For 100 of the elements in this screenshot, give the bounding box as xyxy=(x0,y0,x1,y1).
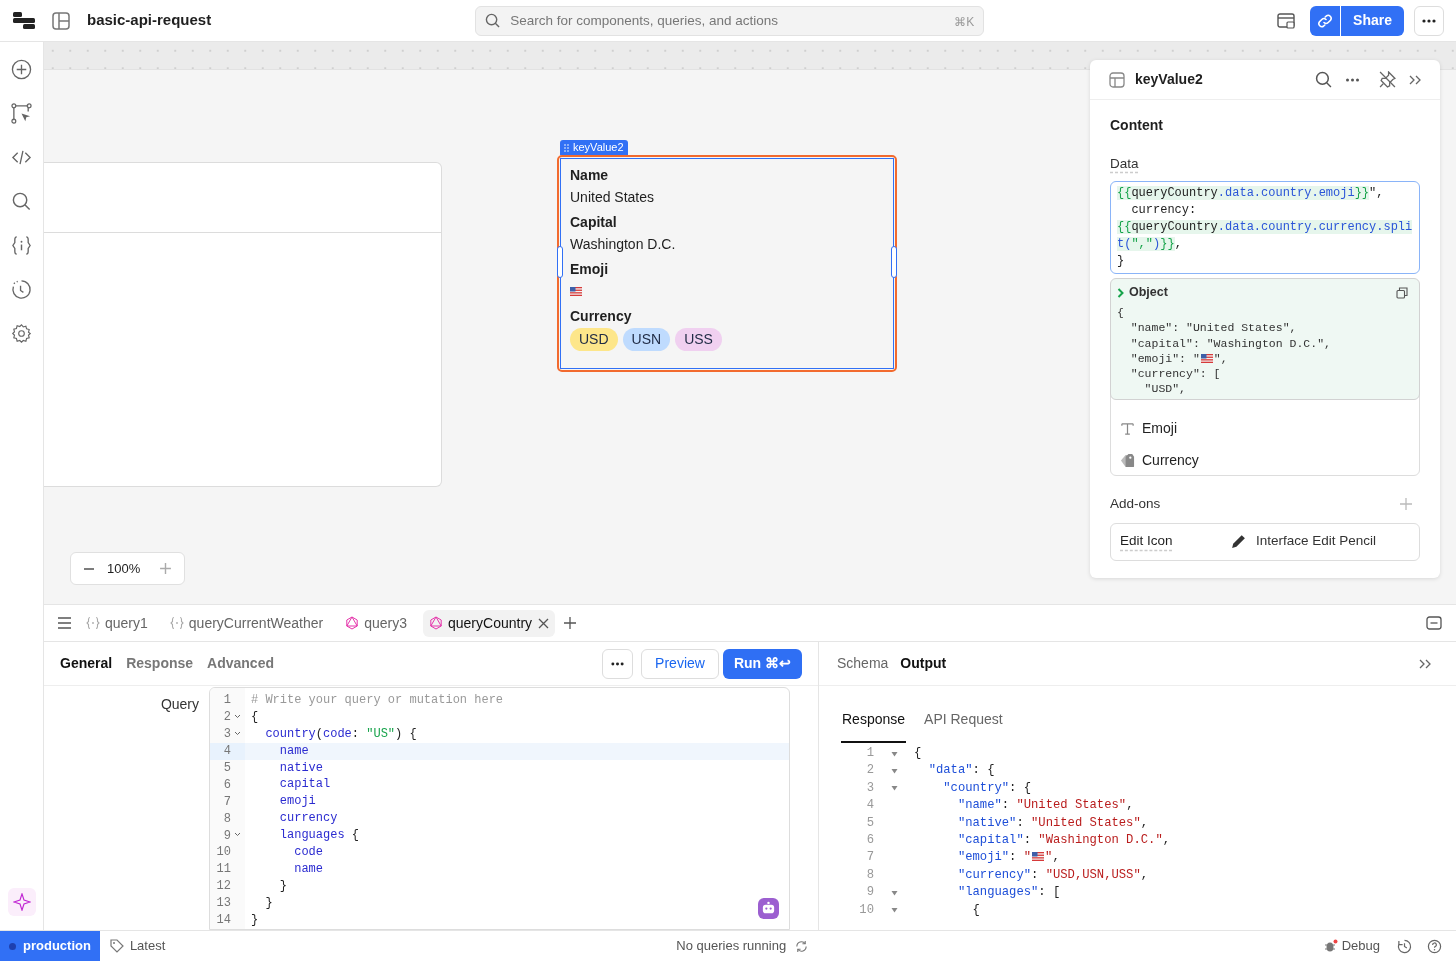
run-button[interactable]: Run ⌘↩ xyxy=(722,648,802,679)
addon-value: Interface Edit Pencil xyxy=(1256,532,1377,551)
fold-triangle-icon[interactable] xyxy=(890,889,898,896)
chevron-right-icon[interactable] xyxy=(1117,287,1125,298)
line-number: 6 xyxy=(865,831,874,849)
panel-tab[interactable]: Schema xyxy=(837,653,889,674)
debug-label[interactable]: Debug xyxy=(1341,936,1380,956)
search-icon[interactable] xyxy=(11,191,32,212)
layout-icon[interactable] xyxy=(52,11,70,30)
more-icon[interactable] xyxy=(1345,77,1360,82)
drag-handle-icon[interactable] xyxy=(564,143,570,152)
query-tab[interactable]: queryCountry xyxy=(423,609,556,637)
search-icon[interactable] xyxy=(1315,71,1332,88)
more-icon xyxy=(1422,18,1436,23)
shortcut-hint: ⌘K xyxy=(954,13,975,31)
code-line: "USD", xyxy=(1143,381,1187,397)
field-name[interactable]: Currency xyxy=(1142,450,1199,472)
line-number: 12 xyxy=(216,878,231,896)
field-value: Washington D.C. xyxy=(570,236,677,253)
add-icon[interactable] xyxy=(563,616,578,630)
result-view-tab[interactable]: Response xyxy=(841,709,907,743)
code-line: native xyxy=(278,760,323,775)
fold-chevron-icon[interactable] xyxy=(233,730,241,736)
resize-handle[interactable] xyxy=(891,246,897,278)
copy-icon[interactable] xyxy=(1396,286,1408,299)
share-button[interactable]: Share xyxy=(1341,5,1404,36)
code-line: "currency": "USD,USN,USS", xyxy=(956,866,1149,884)
minimize-icon[interactable] xyxy=(1426,616,1442,630)
braces-icon xyxy=(86,616,100,630)
data-editor[interactable]: {{queryCountry.data.country.emoji}}", currency: {{queryCountry.data.country.currency.spli t(",")}}, } xyxy=(1110,181,1420,275)
query-tab[interactable]: query1 xyxy=(80,609,154,637)
query-editor[interactable]: 1 2 3 4 5 6 7 8 9 10 11 12 13 14 # Write your query or mutation here { country(code: "US") { name native capital emoji currency languages { code name } } } xyxy=(209,687,790,930)
select-tool-icon[interactable] xyxy=(11,103,32,124)
result-view-tab[interactable]: API Request xyxy=(924,709,1003,743)
app-logo-icon[interactable] xyxy=(13,10,35,31)
addon-row[interactable]: Edit Icon Interface Edit Pencil xyxy=(1110,522,1420,561)
settings-icon[interactable] xyxy=(11,323,32,344)
component-name: keyValue2 xyxy=(573,140,624,155)
query-tab[interactable]: query3 xyxy=(339,609,413,637)
close-icon[interactable] xyxy=(538,617,550,629)
expand-icon[interactable] xyxy=(1419,658,1431,669)
line-number: 6 xyxy=(223,776,231,794)
editor-tab[interactable]: General xyxy=(60,653,113,674)
more-button[interactable] xyxy=(602,648,634,679)
assistant-button[interactable] xyxy=(7,888,36,916)
inspector-title[interactable]: keyValue2 xyxy=(1135,69,1203,90)
zoom-in-icon[interactable] xyxy=(159,562,172,575)
line-number: 2 xyxy=(223,709,231,727)
fold-chevron-icon[interactable] xyxy=(233,713,241,719)
preview-button[interactable]: Preview xyxy=(641,648,719,679)
fold-chevron-icon[interactable] xyxy=(233,831,241,837)
editor-tab[interactable]: Response xyxy=(126,653,194,674)
query-tab[interactable]: queryCurrentWeather xyxy=(163,609,330,637)
code-line: {{queryCountry.data.country.currency.spli xyxy=(1117,219,1413,237)
help-icon[interactable] xyxy=(1427,938,1442,954)
field-label: Data xyxy=(1110,155,1140,173)
line-number: 1 xyxy=(865,745,874,762)
variables-icon[interactable] xyxy=(11,235,32,256)
resize-handle[interactable] xyxy=(557,246,563,278)
panel-tab[interactable]: Output xyxy=(900,653,947,674)
code-line: currency xyxy=(278,811,338,826)
tag: USN xyxy=(622,328,671,351)
code-line: "languages": [ xyxy=(956,884,1061,902)
code-line: } xyxy=(264,895,273,910)
code-line: currency: xyxy=(1130,202,1198,220)
unpin-icon[interactable] xyxy=(1379,71,1396,88)
tag-icon[interactable] xyxy=(109,939,124,953)
refresh-icon[interactable] xyxy=(795,939,809,953)
code-line: name xyxy=(293,861,323,876)
section-title: Content xyxy=(1110,116,1164,135)
component-label[interactable]: keyValue2 xyxy=(560,140,628,155)
copy-link-button[interactable] xyxy=(1310,5,1341,36)
line-number: 7 xyxy=(865,849,874,867)
tag: USS xyxy=(675,328,722,351)
field-label: Query xyxy=(159,695,200,714)
preview-window-icon[interactable] xyxy=(1277,12,1296,29)
code-line: } xyxy=(251,912,259,927)
fold-triangle-icon[interactable] xyxy=(890,907,898,914)
history-icon[interactable] xyxy=(11,279,32,300)
more-button[interactable] xyxy=(1414,5,1444,36)
ai-assistant-button[interactable] xyxy=(758,898,779,919)
pencil-icon xyxy=(1230,533,1247,550)
line-number: 14 xyxy=(216,912,231,929)
fold-triangle-icon[interactable] xyxy=(890,768,898,775)
code-line: } xyxy=(278,878,287,893)
key-value-component[interactable]: Name United States Capital Washington D.C. Emoji Currency USD USN USS xyxy=(557,155,897,372)
fold-triangle-icon[interactable] xyxy=(890,785,898,792)
menu-icon[interactable] xyxy=(57,617,72,629)
line-number: 8 xyxy=(223,810,231,828)
field-key: Capital xyxy=(570,214,884,231)
collapse-icon[interactable] xyxy=(1409,74,1421,85)
fold-triangle-icon[interactable] xyxy=(890,750,898,757)
version-label[interactable]: Latest xyxy=(129,936,166,956)
history-icon[interactable] xyxy=(1397,938,1412,954)
add-icon[interactable] xyxy=(11,59,32,80)
editor-tab[interactable]: Advanced xyxy=(207,653,274,674)
environment-badge[interactable]: production xyxy=(0,930,100,961)
code-line: "name": "United States", xyxy=(1129,320,1298,336)
field-name[interactable]: Emoji xyxy=(1142,418,1177,440)
bug-icon[interactable] xyxy=(1323,939,1338,953)
